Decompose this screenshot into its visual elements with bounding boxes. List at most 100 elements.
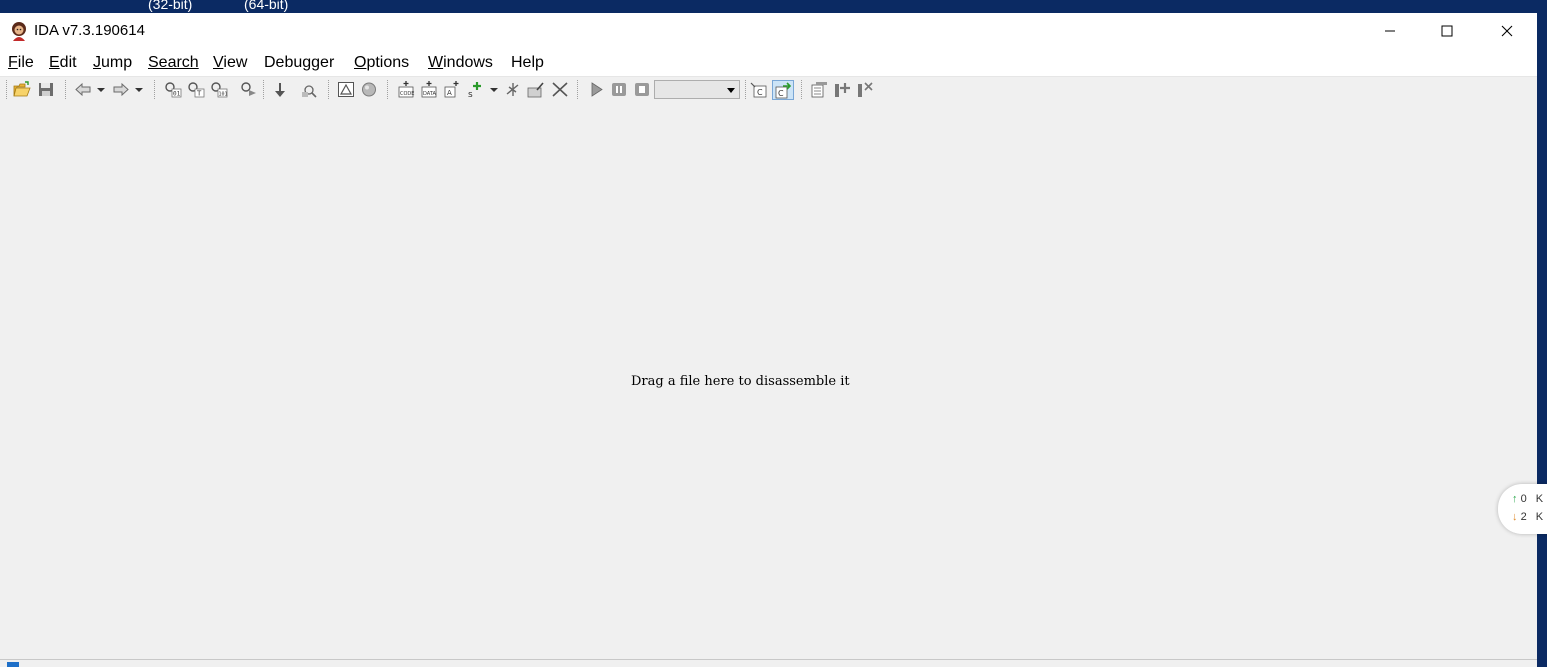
menu-label: iew bbox=[223, 54, 248, 71]
code-icon[interactable]: CODE bbox=[397, 81, 415, 98]
toolbar-grip[interactable] bbox=[6, 80, 7, 99]
segments-icon[interactable] bbox=[810, 81, 828, 98]
toolbar-separator bbox=[801, 80, 802, 99]
svg-text:DATA: DATA bbox=[423, 91, 436, 97]
svg-text:A: A bbox=[447, 89, 452, 97]
desktop-label-32bit: (32-bit) bbox=[148, 0, 193, 12]
menu-label: ump bbox=[101, 54, 133, 71]
title-bar[interactable]: IDA v7.3.190614 bbox=[0, 13, 1537, 49]
toolbar-separator bbox=[263, 80, 264, 99]
close-icon bbox=[1501, 25, 1513, 37]
enum-icon[interactable] bbox=[504, 81, 522, 98]
menu-label: dit bbox=[59, 54, 77, 71]
search-immediate-icon[interactable]: 101 bbox=[210, 81, 228, 98]
circle-icon[interactable] bbox=[360, 81, 378, 98]
menu-file[interactable]: File bbox=[8, 54, 34, 72]
add-struct-icon[interactable]: s bbox=[466, 81, 484, 98]
maximize-button[interactable] bbox=[1424, 13, 1470, 49]
search-text-icon[interactable]: T bbox=[187, 81, 205, 98]
menu-label: Search bbox=[148, 54, 199, 71]
toolbar-separator bbox=[387, 80, 388, 99]
download-unit: K bbox=[1535, 511, 1544, 523]
menu-debugger[interactable]: Debugger bbox=[264, 54, 334, 72]
close-button[interactable] bbox=[1484, 13, 1530, 49]
add-struct-dropdown-icon[interactable] bbox=[488, 81, 500, 98]
search-next-icon[interactable] bbox=[240, 81, 258, 98]
add-breakpoint-icon[interactable] bbox=[833, 81, 851, 98]
search-hex-icon[interactable]: 01 bbox=[164, 81, 182, 98]
drop-hint-text: Drag a file here to disassemble it bbox=[631, 374, 850, 389]
menu-view[interactable]: View bbox=[213, 54, 247, 72]
svg-text:101: 101 bbox=[219, 92, 228, 98]
menu-accel: E bbox=[49, 54, 60, 71]
menu-windows[interactable]: Windows bbox=[428, 54, 493, 72]
maximize-icon bbox=[1441, 25, 1453, 37]
svg-text:s: s bbox=[468, 90, 473, 98]
pause-icon[interactable] bbox=[610, 81, 628, 98]
svg-text:CODE: CODE bbox=[400, 91, 414, 97]
svg-text:C: C bbox=[778, 89, 784, 98]
menu-help[interactable]: Help bbox=[511, 54, 544, 72]
chevron-down-icon bbox=[727, 88, 735, 93]
svg-text:T: T bbox=[196, 90, 202, 98]
toolbar-separator bbox=[745, 80, 746, 99]
open-icon[interactable] bbox=[13, 81, 31, 98]
menu-search[interactable]: Search bbox=[148, 54, 199, 72]
menu-label: indows bbox=[443, 54, 493, 71]
status-bar bbox=[0, 659, 1537, 667]
disassembly-drop-area[interactable]: Drag a file here to disassemble it bbox=[0, 102, 1537, 658]
minimize-button[interactable] bbox=[1367, 13, 1413, 49]
ida-main-window: IDA v7.3.190614 File Edit Jump Search Vi… bbox=[0, 13, 1537, 667]
pseudocode-icon[interactable]: C bbox=[750, 81, 768, 98]
data-icon[interactable]: DATA bbox=[420, 81, 438, 98]
delete-icon[interactable] bbox=[551, 81, 569, 98]
upload-unit: K bbox=[1535, 493, 1544, 505]
status-indicator-icon bbox=[7, 662, 19, 667]
arrow-down-icon: ↓ bbox=[1512, 511, 1518, 523]
menu-accel: W bbox=[428, 54, 444, 71]
upload-speed: ↑ 0 K bbox=[1512, 493, 1543, 505]
run-icon[interactable] bbox=[587, 81, 605, 98]
minimize-icon bbox=[1385, 30, 1395, 32]
stop-icon[interactable] bbox=[633, 81, 651, 98]
forward-icon[interactable] bbox=[112, 81, 130, 98]
graph-view-icon[interactable] bbox=[337, 81, 355, 98]
menu-accel: V bbox=[213, 54, 224, 71]
toolbar-separator bbox=[328, 80, 329, 99]
toolbar-separator bbox=[154, 80, 155, 99]
network-speed-widget[interactable]: ↑ 0 K ↓ 2 K bbox=[1498, 484, 1547, 534]
desktop-label-64bit: (64-bit) bbox=[244, 0, 289, 12]
menu-accel: O bbox=[354, 54, 367, 71]
menu-label: ptions bbox=[366, 54, 410, 71]
find-icon[interactable] bbox=[300, 81, 318, 98]
back-dropdown-icon[interactable] bbox=[95, 81, 107, 98]
patch-icon[interactable] bbox=[527, 81, 545, 98]
decompile-icon: C bbox=[775, 82, 792, 99]
menu-options[interactable]: Options bbox=[354, 54, 409, 72]
menu-bar: File Edit Jump Search View Debugger Opti… bbox=[0, 49, 1537, 76]
toolbar-separator bbox=[65, 80, 66, 99]
debugger-select[interactable] bbox=[654, 80, 740, 99]
save-icon[interactable] bbox=[37, 81, 55, 98]
delete-breakpoint-icon[interactable] bbox=[856, 81, 874, 98]
menu-accel: J bbox=[93, 54, 101, 71]
window-title: IDA v7.3.190614 bbox=[34, 22, 145, 39]
string-icon[interactable]: A bbox=[443, 81, 461, 98]
decompile-button[interactable]: C bbox=[772, 80, 794, 100]
forward-dropdown-icon[interactable] bbox=[133, 81, 145, 98]
download-value: 2 bbox=[1520, 511, 1527, 523]
menu-edit[interactable]: Edit bbox=[49, 54, 77, 72]
desktop-background-right bbox=[1537, 13, 1547, 667]
toolbar: 01 T 101 CODE DATA A s C C bbox=[0, 76, 1537, 103]
back-icon[interactable] bbox=[74, 81, 92, 98]
svg-text:C: C bbox=[757, 88, 763, 97]
jump-down-icon[interactable] bbox=[271, 81, 289, 98]
upload-value: 0 bbox=[1520, 493, 1527, 505]
toolbar-separator bbox=[577, 80, 578, 99]
svg-text:01: 01 bbox=[173, 91, 181, 98]
desktop-background: (32-bit) (64-bit) bbox=[0, 0, 1547, 13]
ida-logo-icon bbox=[12, 22, 26, 41]
menu-label: Debugger bbox=[264, 54, 335, 71]
menu-label: Help bbox=[511, 54, 544, 71]
menu-jump[interactable]: Jump bbox=[93, 54, 132, 72]
